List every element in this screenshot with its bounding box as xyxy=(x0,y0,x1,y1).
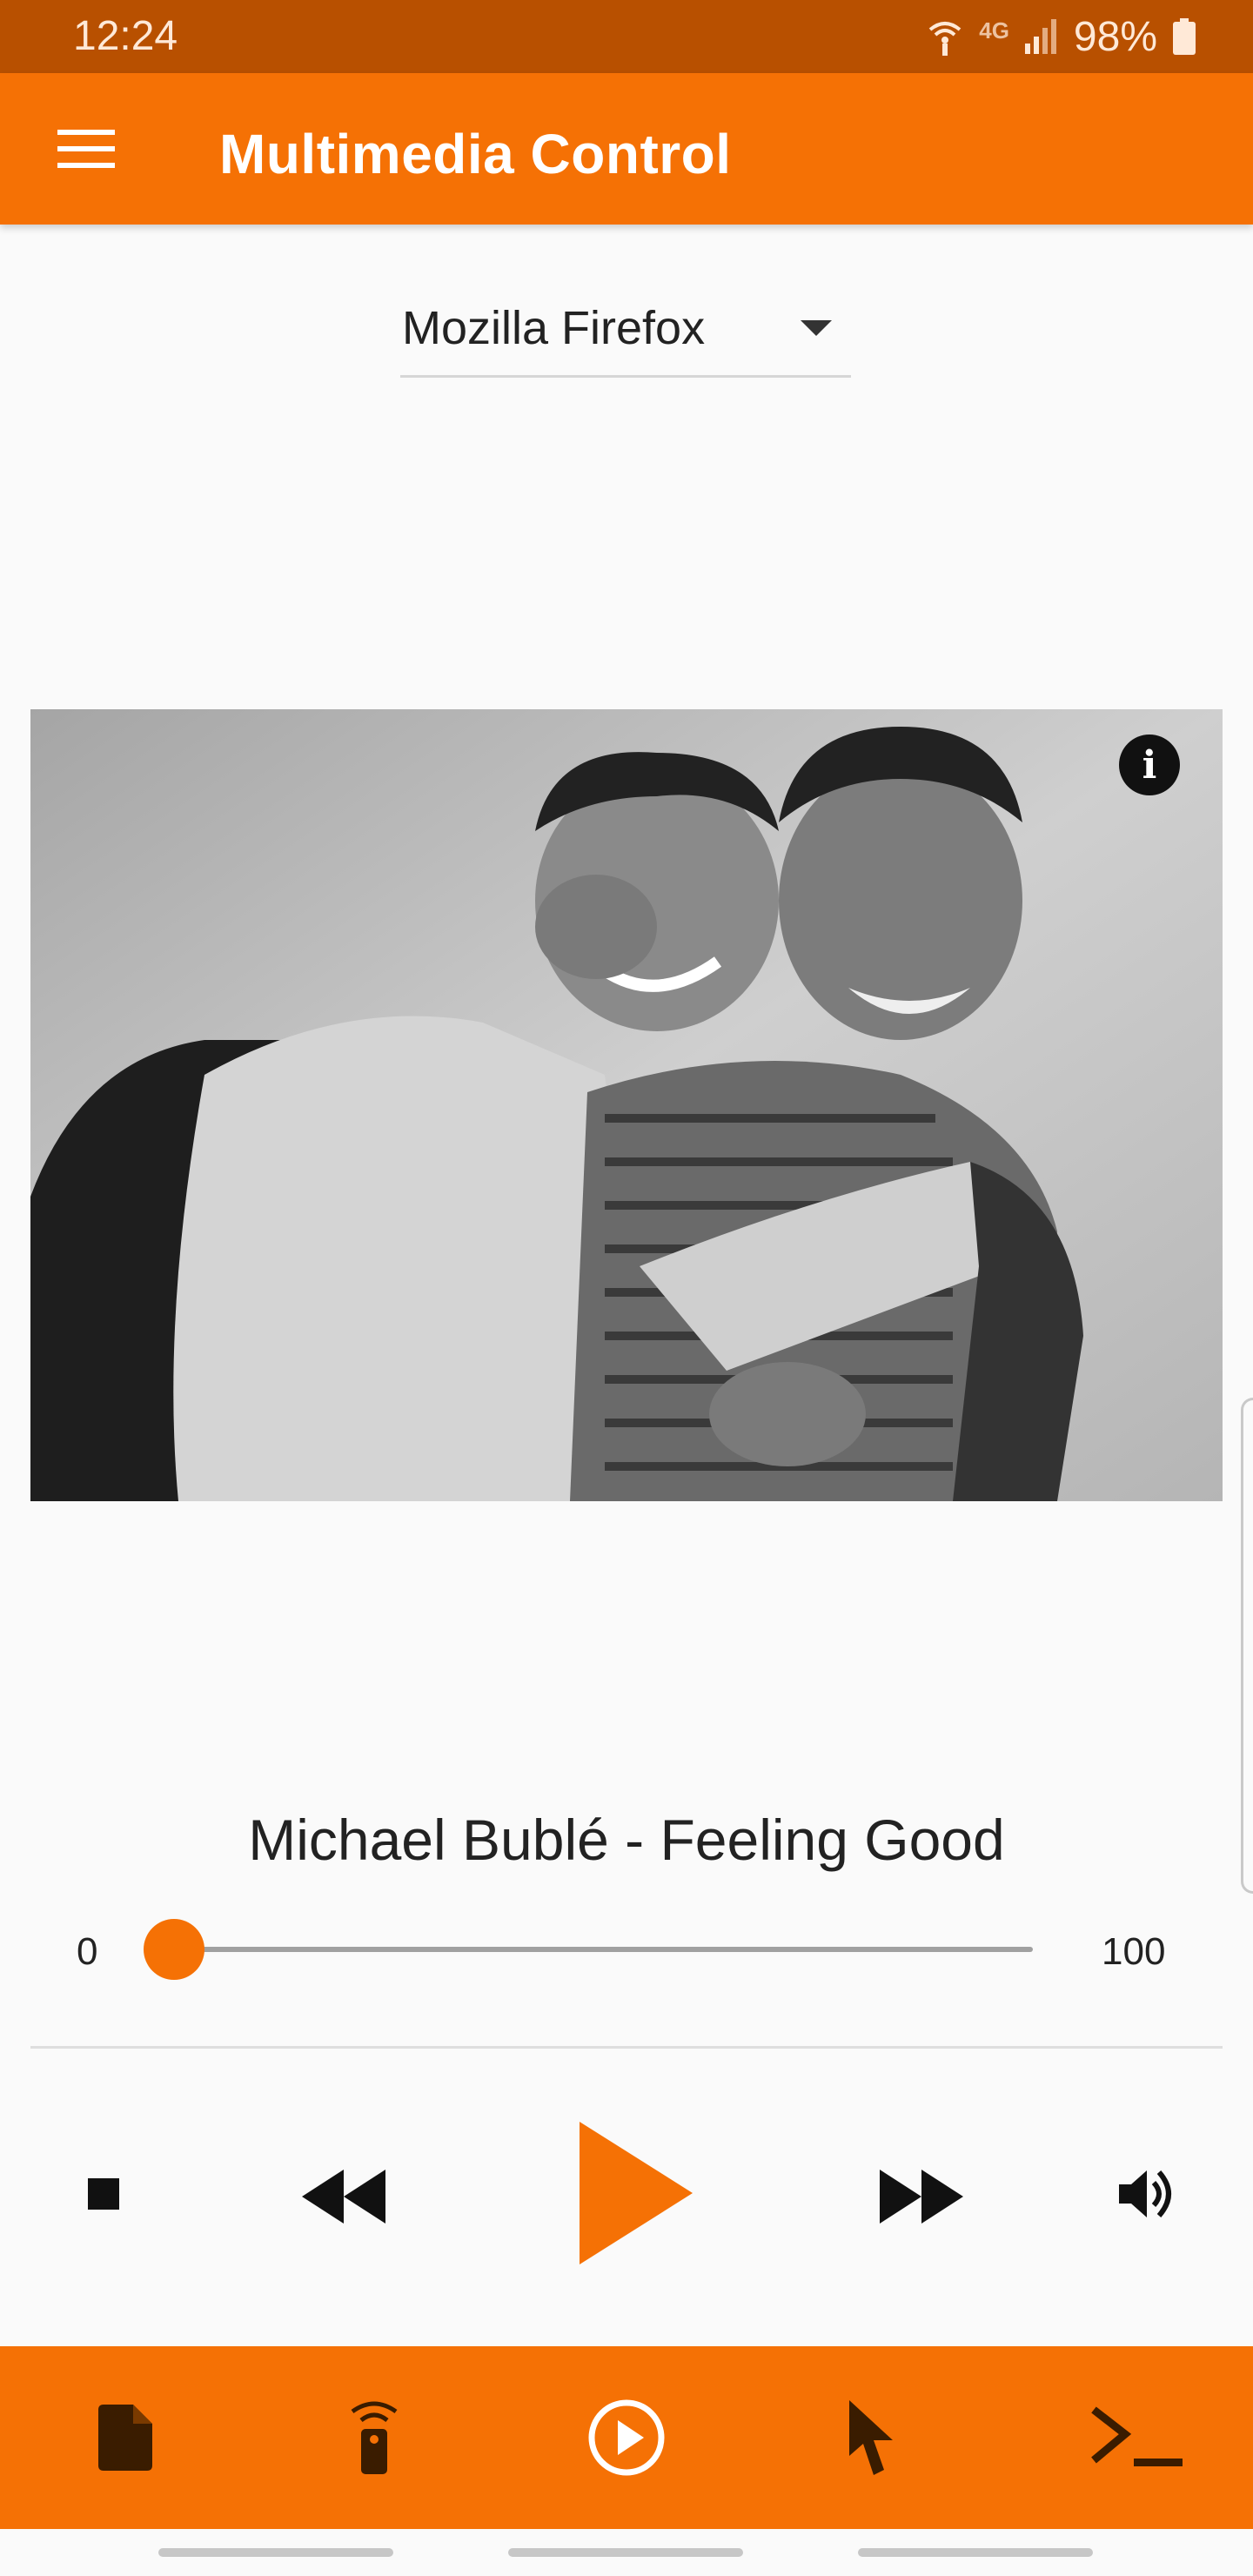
terminal-icon xyxy=(1091,2406,1183,2466)
nav-remote[interactable] xyxy=(287,2346,461,2529)
divider xyxy=(30,2046,1223,2049)
hamburger-menu-icon[interactable] xyxy=(47,118,125,179)
file-icon xyxy=(98,2405,152,2471)
rewind-button[interactable] xyxy=(292,2155,395,2238)
seek-thumb[interactable] xyxy=(144,1919,204,1980)
info-icon[interactable]: i xyxy=(1119,735,1180,795)
player-select[interactable]: Mozilla Firefox xyxy=(400,291,851,378)
remote-icon xyxy=(351,2401,398,2474)
seek-min-label: 0 xyxy=(77,1930,98,1973)
nav-files[interactable] xyxy=(38,2346,212,2529)
wifi-icon xyxy=(928,22,962,56)
battery-icon xyxy=(1173,18,1196,55)
volume-button[interactable] xyxy=(1110,2163,1189,2224)
status-bar: 12:24 4G 98% xyxy=(0,0,1253,73)
status-indicators: 4G 98% xyxy=(927,12,1196,61)
app-bar: Multimedia Control xyxy=(0,73,1253,225)
seek-bar[interactable] xyxy=(173,1947,1033,1952)
pointer-icon xyxy=(849,2400,893,2475)
fast-forward-button[interactable] xyxy=(870,2155,973,2238)
system-nav-bar xyxy=(0,2529,1253,2576)
nav-terminal[interactable] xyxy=(1051,2346,1225,2529)
network-type: 4G xyxy=(979,17,1009,44)
player-select-value: Mozilla Firefox xyxy=(402,302,706,354)
fast-forward-icon xyxy=(880,2170,963,2224)
battery-percent: 98% xyxy=(1073,13,1157,60)
rewind-icon xyxy=(302,2170,385,2224)
play-button[interactable] xyxy=(571,2115,701,2271)
nav-playback[interactable] xyxy=(539,2346,714,2529)
signal-icon xyxy=(1024,19,1056,54)
track-title: Michael Bublé - Feeling Good xyxy=(248,1808,1005,1872)
system-nav-recent[interactable] xyxy=(158,2548,393,2557)
seek-max-label: 100 xyxy=(1102,1930,1166,1973)
play-icon xyxy=(580,2122,693,2264)
play-circle-icon xyxy=(588,2399,665,2476)
nav-mouse[interactable] xyxy=(788,2346,962,2529)
dropdown-arrow-icon xyxy=(801,320,832,336)
bottom-nav xyxy=(0,2346,1253,2529)
system-nav-home[interactable] xyxy=(508,2548,743,2557)
stop-icon xyxy=(88,2178,119,2210)
volume-icon xyxy=(1119,2170,1171,2217)
system-nav-back[interactable] xyxy=(858,2548,1093,2557)
status-time: 12:24 xyxy=(73,13,178,59)
app-title: Multimedia Control xyxy=(219,123,732,185)
stop-button[interactable] xyxy=(73,2163,134,2224)
album-artwork xyxy=(30,709,1223,1501)
